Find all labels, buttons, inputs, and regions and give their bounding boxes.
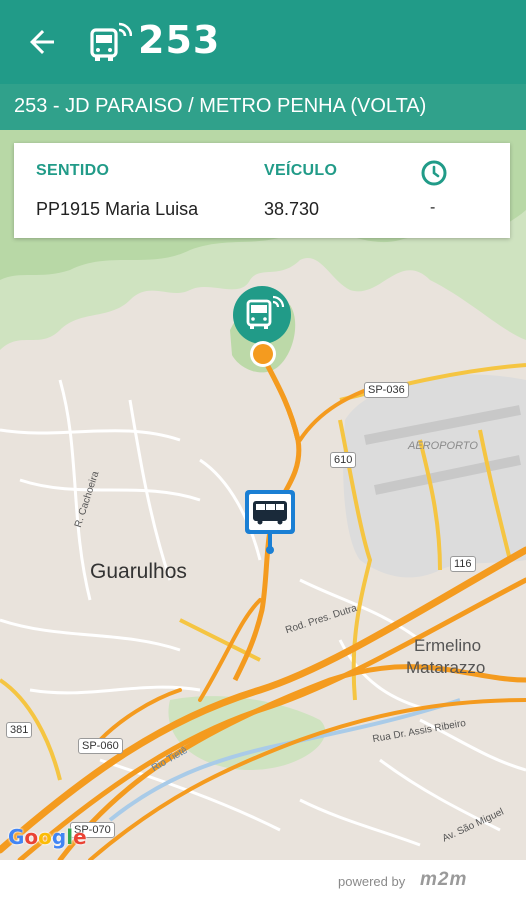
label-city: Guarulhos bbox=[90, 560, 187, 583]
veiculo-value: 38.730 bbox=[264, 199, 320, 219]
shield-sp060: SP-060 bbox=[78, 738, 123, 754]
green-patch bbox=[168, 696, 326, 770]
bus-location-marker[interactable] bbox=[232, 285, 292, 345]
brand-logo: m2m bbox=[420, 869, 468, 890]
bus-stop-marker[interactable] bbox=[243, 488, 297, 558]
page-title: 253 bbox=[138, 18, 221, 62]
footer: powered by m2m bbox=[0, 860, 526, 900]
shield-sp036: SP-036 bbox=[364, 382, 409, 398]
shield-610: 610 bbox=[330, 452, 357, 468]
shield-381: 381 bbox=[6, 722, 33, 738]
label-district-2: Matarazzo bbox=[406, 658, 486, 677]
label-airport: AEROPORTO bbox=[408, 440, 478, 452]
arrow-back-icon[interactable] bbox=[24, 24, 60, 60]
info-card: SENTIDO VEÍCULO PP1915 Maria Luisa 38.73… bbox=[14, 143, 510, 238]
google-logo: Google bbox=[8, 825, 87, 849]
bus-signal-icon bbox=[90, 22, 132, 61]
shield-116: 116 bbox=[450, 556, 476, 572]
veiculo-label: VEÍCULO bbox=[264, 162, 338, 179]
label-district-1: Ermelino bbox=[414, 636, 482, 655]
bus-position-dot bbox=[250, 341, 276, 367]
sentido-label: SENTIDO bbox=[36, 162, 110, 179]
app-bar: 253 bbox=[0, 0, 526, 84]
route-bar: 253 - JD PARAISO / METRO PENHA (VOLTA) bbox=[0, 84, 526, 130]
route-name: 253 - JD PARAISO / METRO PENHA (VOLTA) bbox=[14, 95, 427, 117]
clock-icon bbox=[421, 160, 447, 186]
powered-by-text: powered by bbox=[338, 874, 406, 889]
time-value: - bbox=[430, 199, 436, 216]
sentido-value: PP1915 Maria Luisa bbox=[36, 199, 199, 219]
